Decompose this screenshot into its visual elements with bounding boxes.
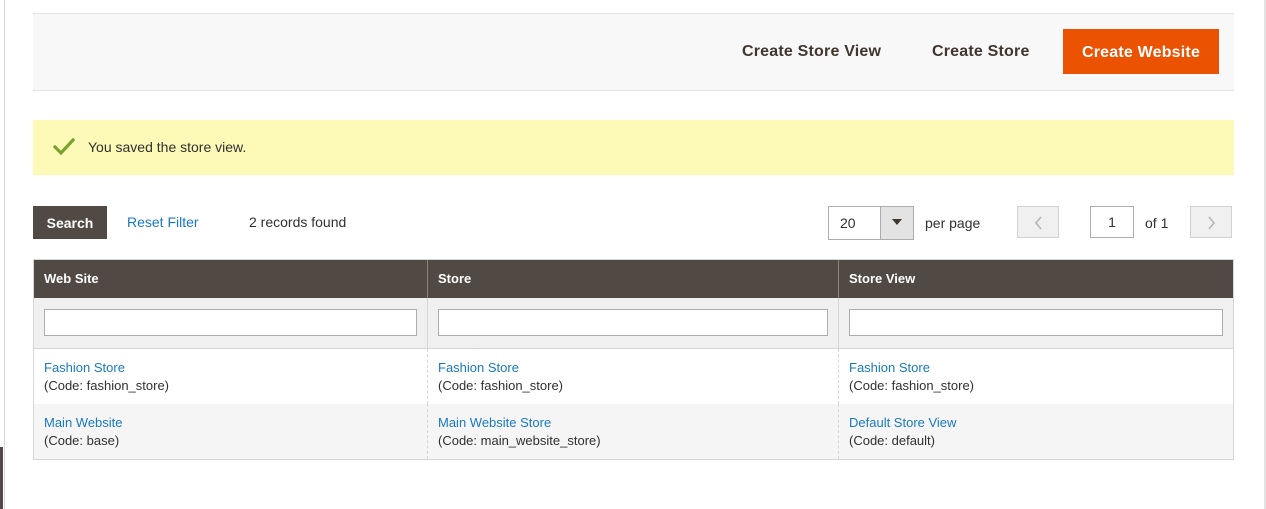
table-cell: Default Store View (Code: default) [839,404,1233,459]
website-code: (Code: base) [44,433,120,448]
search-button[interactable]: Search [33,206,107,239]
next-page-button[interactable] [1190,206,1232,238]
table-cell: Main Website Store (Code: main_website_s… [428,404,839,459]
store-link[interactable]: Main Website Store [438,414,828,432]
chevron-right-icon [1208,216,1216,230]
table-cell: Fashion Store (Code: fashion_store) [34,349,428,404]
grid-header: Web Site Store Store View [34,260,1233,298]
store-view-code: (Code: fashion_store) [849,378,975,393]
per-page-label: per page [925,215,981,231]
previous-page-button[interactable] [1017,206,1059,238]
store-view-filter-input[interactable] [849,309,1223,336]
table-row: Main Website (Code: base) Main Website S… [34,404,1233,459]
website-link[interactable]: Main Website [44,414,417,432]
checkmark-icon [53,137,75,156]
filter-cell [428,298,839,348]
website-code: (Code: fashion_store) [44,378,170,393]
table-cell: Fashion Store (Code: fashion_store) [428,349,839,404]
caret-down-icon [892,219,902,225]
success-message: You saved the store view. [33,120,1234,175]
store-code: (Code: fashion_store) [438,378,564,393]
grid-toolbar: Search Reset Filter 2 records found 20 p… [33,206,1234,240]
total-pages-label: of 1 [1145,215,1169,231]
chevron-left-icon [1034,216,1042,230]
store-view-link[interactable]: Default Store View [849,414,1223,432]
store-filter-input[interactable] [438,309,828,336]
store-link[interactable]: Fashion Store [438,359,828,377]
reset-filter-link[interactable]: Reset Filter [127,214,199,230]
column-header-web-site[interactable]: Web Site [34,260,428,298]
page-actions-bar: Create Store View Create Store Create We… [33,13,1234,91]
store-code: (Code: main_website_store) [438,433,601,448]
message-text: You saved the store view. [88,139,247,155]
filter-cell [839,298,1233,348]
create-website-button[interactable]: Create Website [1063,29,1219,74]
per-page-select[interactable]: 20 [828,206,914,240]
column-header-store-view[interactable]: Store View [839,260,1233,298]
create-store-view-button[interactable]: Create Store View [728,29,895,74]
website-link[interactable]: Fashion Store [44,359,417,377]
table-cell: Fashion Store (Code: fashion_store) [839,349,1233,404]
column-header-store[interactable]: Store [428,260,839,298]
store-view-code: (Code: default) [849,433,935,448]
grid-filter-row [34,298,1233,349]
records-found: 2 records found [249,214,347,230]
stores-grid: Web Site Store Store View Fashion Store … [33,259,1234,460]
table-cell: Main Website (Code: base) [34,404,428,459]
page-number-input[interactable] [1090,206,1134,238]
per-page-value: 20 [840,215,856,231]
dropdown-arrow-button[interactable] [880,207,913,239]
left-panel-edge [0,0,5,509]
create-store-button[interactable]: Create Store [918,29,1044,74]
web-site-filter-input[interactable] [44,309,417,336]
filter-cell [34,298,428,348]
table-row: Fashion Store (Code: fashion_store) Fash… [34,349,1233,404]
store-view-link[interactable]: Fashion Store [849,359,1223,377]
left-panel-edge-dark [0,447,3,509]
